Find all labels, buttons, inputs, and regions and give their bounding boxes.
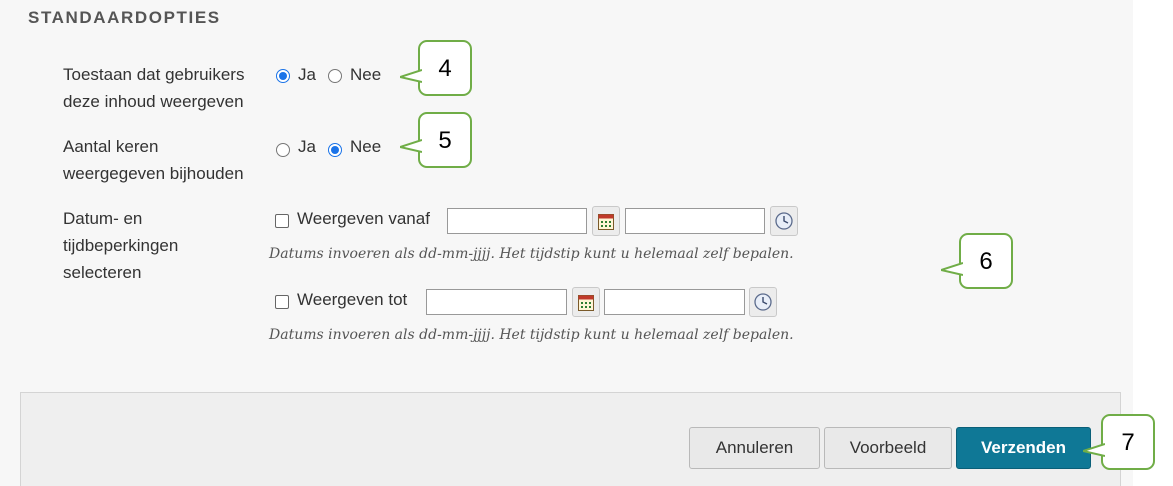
submit-button[interactable]: Verzenden (956, 427, 1091, 469)
callout-pointer-icon (400, 139, 422, 153)
permit-label-line1: Toestaan dat gebruikers (63, 65, 245, 84)
display-until-clock-button[interactable] (749, 287, 777, 317)
calendar-icon (578, 295, 594, 311)
callout-pointer-icon (941, 262, 963, 276)
callout-6-number: 6 (979, 248, 993, 275)
section-title: STANDAARDOPTIES (28, 8, 221, 27)
display-from-calendar-button[interactable] (592, 206, 620, 236)
tracking-yes-label[interactable]: Ja (298, 137, 316, 157)
permit-no-label[interactable]: Nee (350, 65, 381, 85)
display-from-clock-button[interactable] (770, 206, 798, 236)
permit-no-radio[interactable] (328, 69, 342, 83)
callout-7: 7 (1083, 414, 1155, 470)
display-from-hint: Datums invoeren als dd-mm-jjjj. Het tijd… (269, 246, 794, 262)
tracking-no-radio[interactable] (328, 143, 342, 157)
permit-yes-label[interactable]: Ja (298, 65, 316, 85)
preview-button[interactable]: Voorbeeld (824, 427, 952, 469)
cancel-button[interactable]: Annuleren (689, 427, 820, 469)
display-from-label[interactable]: Weergeven vanaf (297, 209, 430, 229)
callout-5: 5 (400, 112, 472, 168)
permit-yes-radio[interactable] (276, 69, 290, 83)
display-until-hint: Datums invoeren als dd-mm-jjjj. Het tijd… (269, 327, 794, 343)
callout-4-number: 4 (438, 55, 452, 82)
dates-label-line2: tijdbeperkingen (63, 236, 179, 255)
callout-6: 6 (941, 233, 1013, 289)
display-from-time-input[interactable] (625, 208, 765, 234)
dates-label-line1: Datum- en (63, 209, 143, 228)
display-from-date-input[interactable] (447, 208, 587, 234)
display-until-calendar-button[interactable] (572, 287, 600, 317)
callout-7-number: 7 (1121, 429, 1135, 456)
callout-pointer-icon (1083, 443, 1105, 457)
calendar-icon (598, 214, 614, 230)
tracking-yes-radio[interactable] (276, 143, 290, 157)
clock-icon (775, 212, 793, 230)
dates-label-line3: selecteren (63, 263, 142, 282)
tracking-label-line2: weergegeven bijhouden (63, 164, 244, 183)
tracking-label-line1: Aantal keren (63, 137, 159, 156)
tracking-no-label[interactable]: Nee (350, 137, 381, 157)
display-from-checkbox[interactable] (275, 214, 289, 228)
display-until-label[interactable]: Weergeven tot (297, 290, 407, 310)
callout-5-number: 5 (438, 127, 452, 154)
callout-4: 4 (400, 40, 472, 96)
display-until-date-input[interactable] (426, 289, 567, 315)
clock-icon (754, 293, 772, 311)
callout-pointer-icon (400, 69, 422, 83)
display-until-time-input[interactable] (604, 289, 745, 315)
permit-label-line2: deze inhoud weergeven (63, 92, 244, 111)
display-until-checkbox[interactable] (275, 295, 289, 309)
